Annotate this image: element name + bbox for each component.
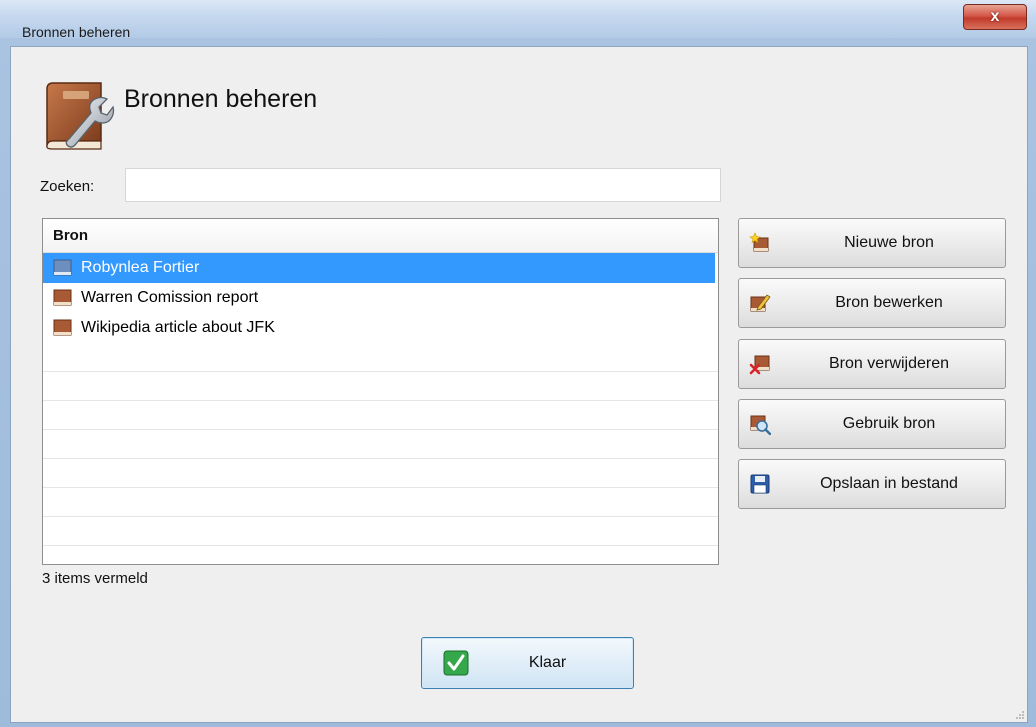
empty-row [43,372,718,401]
empty-row [43,517,718,546]
save-to-file-button[interactable]: Opslaan in bestand [738,459,1006,509]
use-source-button[interactable]: Gebruik bron [738,399,1006,449]
new-source-icon [749,232,769,252]
list-item[interactable]: Robynlea Fortier [43,253,715,283]
edit-source-label: Bron bewerken [835,294,943,311]
item-count-status: 3 items vermeld [42,570,148,587]
new-source-button[interactable]: Nieuwe bron [738,218,1006,268]
list-item[interactable]: Wikipedia article about JFK [43,313,718,343]
dialog-client-area: Bronnen beheren Zoeken: Bron Robynlea Fo… [10,46,1028,723]
empty-row [43,459,718,488]
empty-row [43,401,718,430]
close-button[interactable]: x [963,4,1027,30]
close-icon: x [990,8,1000,25]
search-input[interactable] [125,168,721,202]
save-icon [750,474,770,494]
edit-source-icon [750,294,771,312]
delete-source-icon [749,355,770,375]
edit-source-button[interactable]: Bron bewerken [738,278,1006,328]
window-title: Bronnen beheren [22,24,131,40]
new-source-label: Nieuwe bron [844,234,934,251]
empty-row [43,546,718,564]
title-bar[interactable]: Bronnen beheren x [0,0,1036,40]
use-source-icon [750,415,771,435]
delete-source-button[interactable]: Bron verwijderen [738,339,1006,389]
column-header-bron[interactable]: Bron [43,219,718,253]
delete-source-label: Bron verwijderen [828,355,950,372]
list-item-label: Wikipedia article about JFK [81,319,275,336]
dialog-window: Bronnen beheren x Bronnen beheren Zoeken… [0,0,1036,727]
empty-row [43,430,718,459]
checkmark-icon [443,650,469,676]
search-label: Zoeken: [40,178,95,195]
page-title: Bronnen beheren [124,85,318,113]
book-icon [53,259,72,276]
book-icon [53,289,72,306]
list-item-label: Warren Comission report [81,289,259,306]
empty-row [43,343,718,372]
use-source-label: Gebruik bron [842,415,936,432]
done-button[interactable]: Klaar [421,637,634,689]
source-list[interactable]: Bron Robynlea Fortier Warren Comission r… [42,218,719,565]
list-item[interactable]: Warren Comission report [43,283,718,313]
save-to-file-label: Opslaan in bestand [820,475,958,492]
list-item-label: Robynlea Fortier [81,259,200,276]
empty-row [43,488,718,517]
resize-grip-icon[interactable] [1015,710,1025,720]
book-wrench-icon [46,82,115,150]
book-icon [53,319,72,336]
